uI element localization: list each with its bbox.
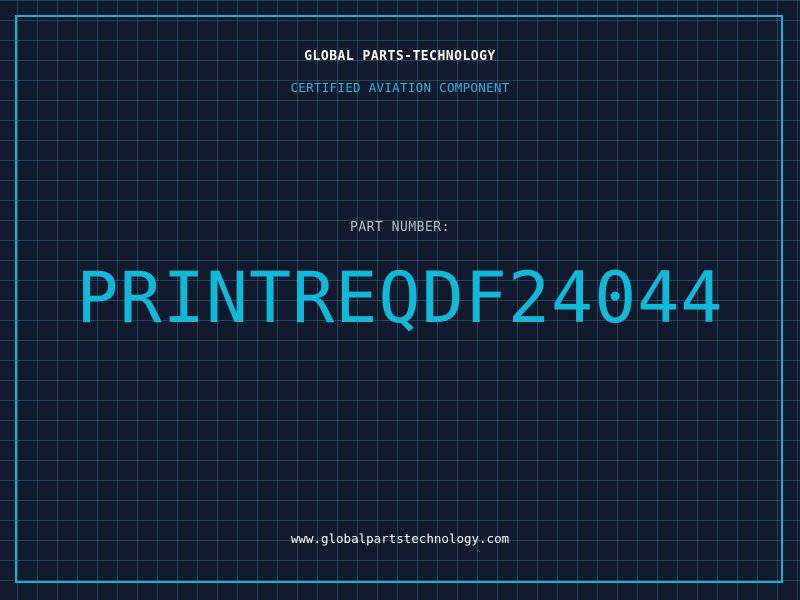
part-label-card: GLOBAL PARTS-TECHNOLOGY CERTIFIED AVIATI… xyxy=(0,0,800,600)
brand-name: GLOBAL PARTS-TECHNOLOGY xyxy=(304,49,496,64)
brand-tagline: CERTIFIED AVIATION COMPONENT xyxy=(290,80,510,95)
part-number-label: PART NUMBER: xyxy=(350,220,450,235)
website-url: www.globalpartstechnology.com xyxy=(290,531,510,546)
part-number-value: PRINTREQDF24044 xyxy=(76,257,724,339)
